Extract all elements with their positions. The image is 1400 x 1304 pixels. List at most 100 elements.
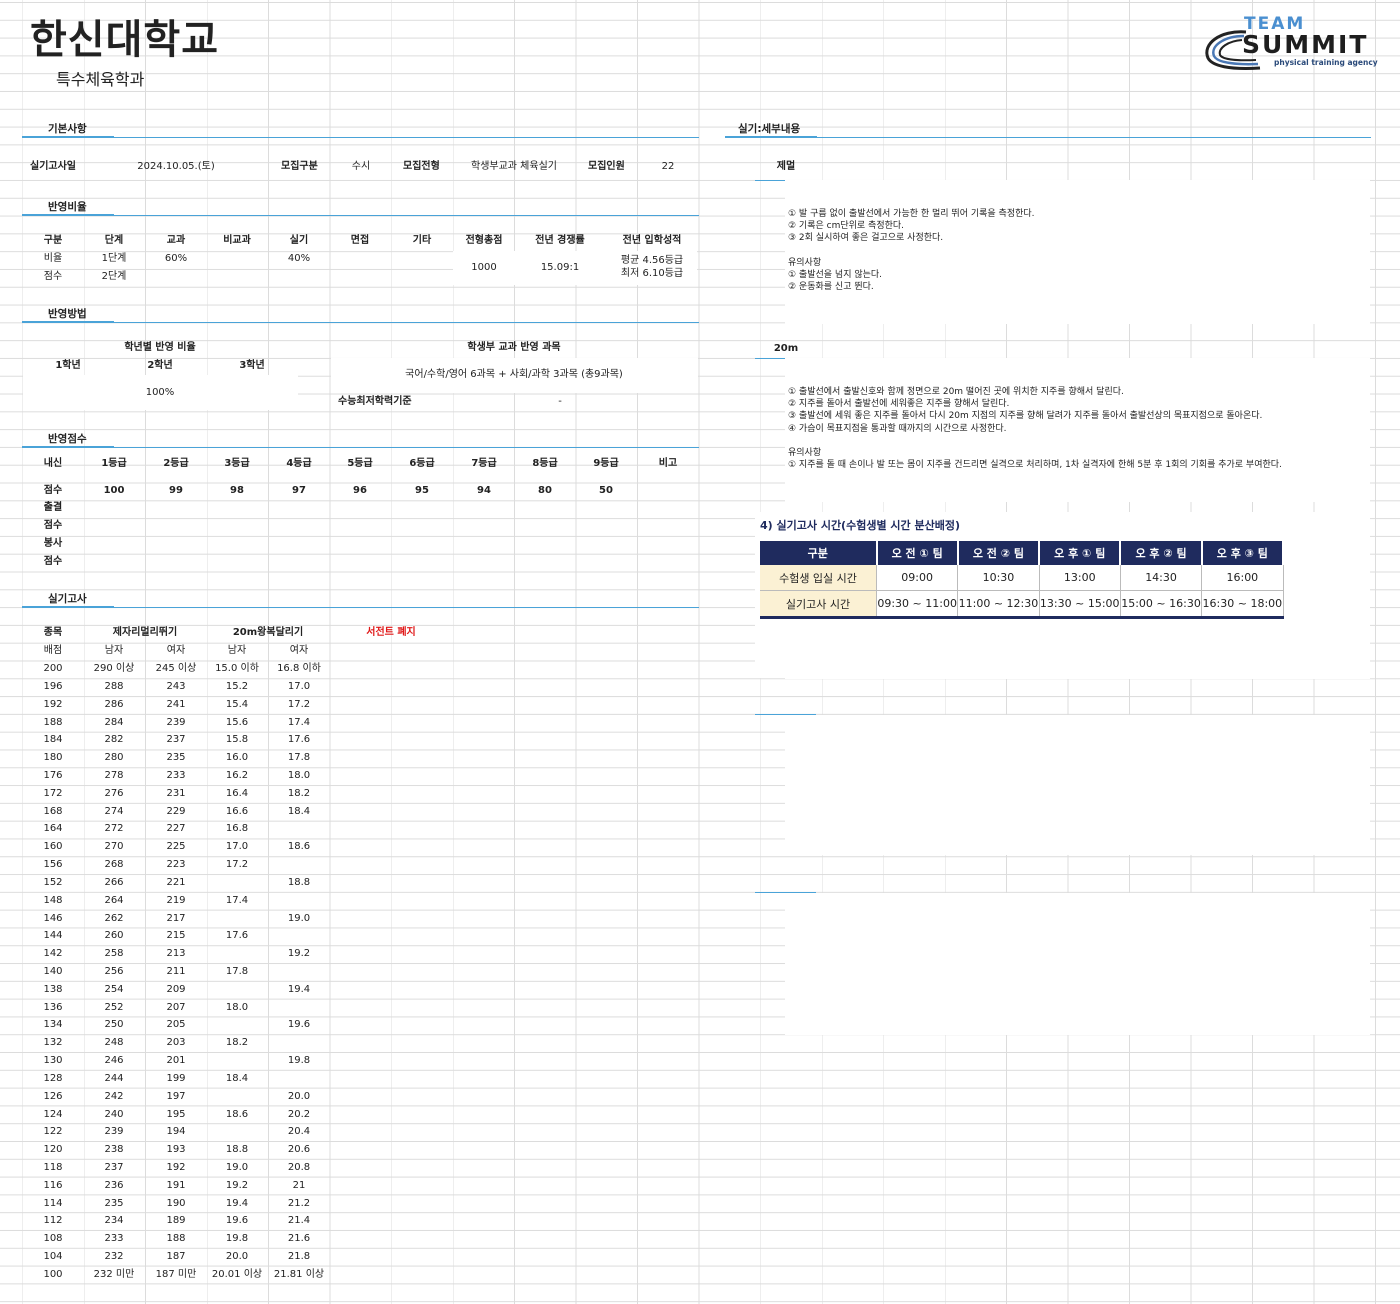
practical-points-cell: 122	[43, 1126, 63, 1138]
practical-run-male-cell: 19.2	[225, 1179, 249, 1191]
practical-run-female-cell: 21.4	[287, 1215, 311, 1227]
track-value: 학생부교과 체육실기	[471, 161, 557, 172]
practical-run-male-cell: 19.4	[225, 1197, 249, 1209]
schedule-exam-3: 15:00 ~ 16:30	[1120, 590, 1203, 619]
practical-points-cell: 168	[43, 805, 63, 817]
practical-jump-female-cell: 209	[166, 983, 186, 995]
section-ratio-label: 반영비율	[48, 201, 87, 213]
practical-jump-female-cell: 201	[166, 1055, 186, 1066]
practical-points-cell: 142	[43, 948, 63, 960]
practical-run-male-cell: 15.6	[225, 716, 249, 728]
practical-jump-male-cell: 244	[104, 1072, 124, 1084]
practical-jump-male-cell: 242	[104, 1090, 124, 1102]
practical-run-female-cell: 17.2	[287, 698, 311, 710]
schedule-table: 구분 오 전 ① 팀 오 전 ② 팀 오 후 ① 팀 오 후 ② 팀 오 후 ③…	[760, 541, 1285, 619]
ratio-header-5: 면접	[350, 235, 370, 246]
score-value-6: 95	[415, 485, 429, 496]
practical-jump-male-cell: 236	[104, 1179, 124, 1191]
practical-points-cell: 120	[43, 1144, 63, 1156]
score-header-5: 5등급	[347, 458, 373, 469]
year-1: 1학년	[55, 360, 81, 371]
practical-jump-female-cell: 187 미만	[155, 1268, 197, 1280]
score-header-8: 8등급	[532, 458, 558, 469]
practical-jump-male-cell: 280	[104, 752, 124, 764]
practical-run-female-cell: 20.8	[287, 1162, 311, 1173]
schedule-row-entry-label: 수험생 입실 시간	[760, 565, 877, 591]
practical-jump-female-cell: 233	[166, 769, 186, 781]
score-attendance: 출결	[43, 502, 63, 513]
practical-points-label: 배점	[43, 645, 63, 656]
section-score-underline	[22, 446, 114, 448]
practical-run-female-cell: 20.2	[287, 1108, 311, 1120]
empty-block-2	[785, 715, 1370, 855]
practical-jump-female-cell: 192	[166, 1162, 186, 1173]
exam-date-value: 2024.10.05.(토)	[137, 161, 215, 172]
jump-male-label: 남자	[104, 645, 124, 656]
practical-jump-female-cell: 227	[166, 823, 186, 835]
practical-run-male-cell: 18.2	[225, 1037, 249, 1049]
csat-label: 수능최저학력기준	[338, 396, 412, 407]
practical-points-cell: 132	[43, 1037, 63, 1049]
practical-points-cell: 176	[43, 769, 63, 781]
practical-jump-male-cell: 250	[104, 1019, 124, 1031]
empty-block-3	[785, 893, 1370, 1035]
practical-jump-male-cell: 233	[104, 1233, 124, 1245]
practical-points-cell: 114	[43, 1197, 63, 1209]
practical-run-male-cell: 16.0	[225, 752, 249, 764]
section-method-label: 반영방법	[48, 308, 87, 320]
ratio-grade-avg: 평균 4.56등급	[620, 255, 684, 266]
score-header-7: 7등급	[471, 458, 497, 469]
practical-jump-male-cell: 262	[104, 912, 124, 924]
section-ratio-underline	[22, 214, 114, 216]
practical-run-female-cell: 20.0	[287, 1090, 311, 1102]
section-score-label: 반영점수	[48, 433, 87, 445]
score-header-0: 내신	[43, 458, 63, 469]
schedule-header-3: 오 후 ① 팀	[1039, 541, 1122, 565]
exam-date-label: 실기고사일	[30, 161, 76, 172]
practical-jump-male-cell: 258	[104, 948, 124, 960]
practical-points-cell: 172	[43, 787, 63, 799]
schedule-exam-4: 16:30 ~ 18:00	[1201, 590, 1284, 619]
section-practical-line	[22, 607, 699, 608]
run-female-label: 여자	[289, 645, 309, 656]
practical-points-cell: 112	[43, 1215, 63, 1227]
practical-points-cell: 124	[43, 1108, 63, 1120]
practical-jump-female-cell: 188	[166, 1233, 186, 1245]
ratio-header-0: 구분	[43, 235, 63, 246]
practical-points-cell: 180	[43, 752, 63, 764]
practical-jump-male-cell: 266	[104, 876, 124, 888]
year-ratio-label: 학년별 반영 비율	[124, 342, 196, 353]
section-score-line	[22, 447, 699, 448]
section-detail-label: 실기:세부내용	[738, 123, 801, 135]
practical-jump-male-cell: 284	[104, 716, 124, 728]
schedule-header-0: 구분	[760, 541, 878, 565]
schedule-exam-2: 13:30 ~ 15:00	[1039, 590, 1121, 619]
score-value-8: 80	[538, 485, 552, 496]
practical-run-male-cell: 17.6	[225, 930, 249, 942]
practical-run-female-cell: 18.2	[287, 787, 311, 799]
practical-run-female-cell: 18.6	[287, 841, 311, 853]
practical-points-cell: 100	[43, 1268, 63, 1280]
practical-jump-male-cell: 239	[104, 1126, 124, 1138]
section-ratio-line	[22, 215, 699, 216]
practical-jump-female-cell: 219	[166, 894, 186, 906]
practical-run-male-cell: 16.4	[225, 787, 249, 799]
practical-points-cell: 108	[43, 1233, 63, 1245]
schedule-row-exam-label: 실기고사 시간	[760, 590, 877, 619]
practical-run-male-cell: 16.8	[225, 823, 249, 835]
schedule-entry-1: 10:30	[957, 565, 1040, 591]
score-value-4: 97	[292, 485, 306, 496]
logo-summit: SUMMIT	[1242, 30, 1369, 59]
schedule-entry-2: 13:00	[1039, 565, 1121, 591]
practical-run-female-cell: 20.6	[287, 1144, 311, 1156]
section-practical-label: 실기고사	[48, 593, 87, 605]
practical-run-female-cell: 17.8	[287, 752, 311, 764]
practical-jump-male-cell: 256	[104, 965, 124, 977]
schedule-entry-3: 14:30	[1120, 565, 1203, 591]
practical-run-male-cell: 18.4	[225, 1072, 249, 1084]
practical-event-label: 종목	[43, 627, 63, 638]
practical-points-cell: 196	[43, 680, 63, 692]
ratio-row1-subject: 60%	[164, 253, 188, 264]
practical-run-male-cell: 17.8	[225, 965, 249, 977]
practical-jump-male-cell: 272	[104, 823, 124, 835]
